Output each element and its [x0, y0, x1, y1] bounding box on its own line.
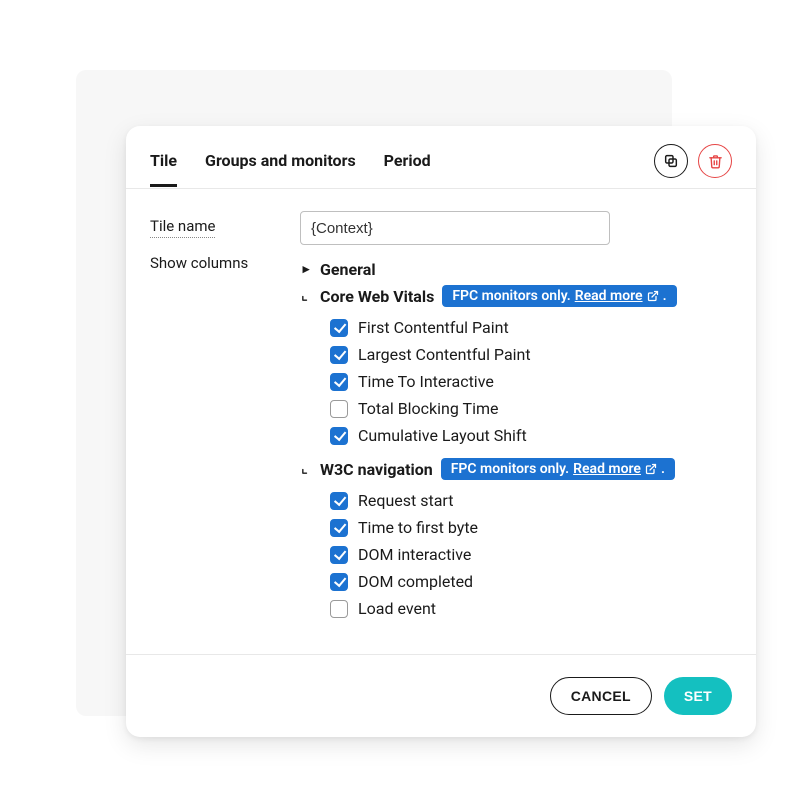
- tab-groups-and-monitors[interactable]: Groups and monitors: [205, 145, 356, 187]
- cancel-button[interactable]: CANCEL: [550, 677, 652, 715]
- group-header-core-web-vitals[interactable]: Core Web Vitals FPC monitors only. Read …: [300, 282, 732, 310]
- label-show-columns: Show columns: [150, 248, 278, 278]
- form-body: Tile name Show columns General: [126, 189, 756, 654]
- read-more-link[interactable]: Read more: [573, 461, 641, 477]
- checkbox-icon: [330, 400, 348, 418]
- checkbox-icon: [330, 546, 348, 564]
- options-w3c-navigation: Request start Time to first byte DOM int…: [300, 483, 732, 628]
- option-total-blocking-time[interactable]: Total Blocking Time: [330, 395, 732, 422]
- set-button[interactable]: SET: [664, 677, 732, 715]
- option-label: DOM completed: [358, 572, 473, 591]
- group-title: General: [320, 260, 376, 279]
- option-dom-interactive[interactable]: DOM interactive: [330, 541, 732, 568]
- option-label: Total Blocking Time: [358, 399, 498, 418]
- fpc-badge: FPC monitors only. Read more .: [441, 458, 675, 480]
- tab-tile[interactable]: Tile: [150, 145, 177, 187]
- checkbox-icon: [330, 427, 348, 445]
- badge-text: FPC monitors only.: [451, 461, 569, 477]
- badge-period: .: [661, 461, 665, 477]
- copy-icon: [663, 153, 679, 169]
- group-header-general[interactable]: General: [300, 257, 732, 282]
- tabs: Tile Groups and monitors Period: [150, 145, 431, 187]
- external-link-icon: [647, 290, 659, 302]
- checkbox-icon: [330, 573, 348, 591]
- option-load-event[interactable]: Load event: [330, 595, 732, 622]
- option-label: Time To Interactive: [358, 372, 494, 391]
- dialog-footer: CANCEL SET: [126, 654, 756, 737]
- options-core-web-vitals: First Contentful Paint Largest Contentfu…: [300, 310, 732, 455]
- group-header-w3c-navigation[interactable]: W3C navigation FPC monitors only. Read m…: [300, 455, 732, 483]
- tab-period[interactable]: Period: [384, 145, 431, 187]
- expanded-arrow-icon: [300, 464, 312, 475]
- checkbox-icon: [330, 492, 348, 510]
- option-label: Time to first byte: [358, 518, 478, 537]
- trash-icon: [708, 154, 723, 169]
- labels-column: Tile name Show columns: [150, 211, 278, 278]
- checkbox-icon: [330, 519, 348, 537]
- option-label: Load event: [358, 599, 436, 618]
- checkbox-icon: [330, 346, 348, 364]
- checkbox-icon: [330, 600, 348, 618]
- option-time-to-interactive[interactable]: Time To Interactive: [330, 368, 732, 395]
- badge-text: FPC monitors only.: [452, 288, 570, 304]
- column-groups: General Core Web Vitals FPC monitors onl…: [300, 257, 732, 628]
- option-first-contentful-paint[interactable]: First Contentful Paint: [330, 314, 732, 341]
- read-more-link[interactable]: Read more: [575, 288, 643, 304]
- tab-bar: Tile Groups and monitors Period: [126, 126, 756, 189]
- option-time-to-first-byte[interactable]: Time to first byte: [330, 514, 732, 541]
- chevron-right-icon: [300, 262, 312, 277]
- option-request-start[interactable]: Request start: [330, 487, 732, 514]
- group-title: W3C navigation: [320, 460, 433, 479]
- option-label: First Contentful Paint: [358, 318, 509, 337]
- fpc-badge: FPC monitors only. Read more .: [442, 285, 676, 307]
- option-cumulative-layout-shift[interactable]: Cumulative Layout Shift: [330, 422, 732, 449]
- option-dom-completed[interactable]: DOM completed: [330, 568, 732, 595]
- checkbox-icon: [330, 373, 348, 391]
- fields-column: General Core Web Vitals FPC monitors onl…: [300, 211, 732, 628]
- label-tile-name: Tile name: [150, 211, 215, 238]
- checkbox-icon: [330, 319, 348, 337]
- option-label: Request start: [358, 491, 453, 510]
- option-label: DOM interactive: [358, 545, 471, 564]
- tile-settings-dialog: Tile Groups and monitors Period: [126, 126, 756, 737]
- external-link-icon: [645, 463, 657, 475]
- option-label: Cumulative Layout Shift: [358, 426, 527, 445]
- tab-actions: [654, 144, 732, 188]
- option-largest-contentful-paint[interactable]: Largest Contentful Paint: [330, 341, 732, 368]
- option-label: Largest Contentful Paint: [358, 345, 531, 364]
- duplicate-button[interactable]: [654, 144, 688, 178]
- group-title: Core Web Vitals: [320, 287, 434, 306]
- badge-period: .: [663, 288, 667, 304]
- expanded-arrow-icon: [300, 291, 312, 302]
- tile-name-input[interactable]: [300, 211, 610, 245]
- delete-button[interactable]: [698, 144, 732, 178]
